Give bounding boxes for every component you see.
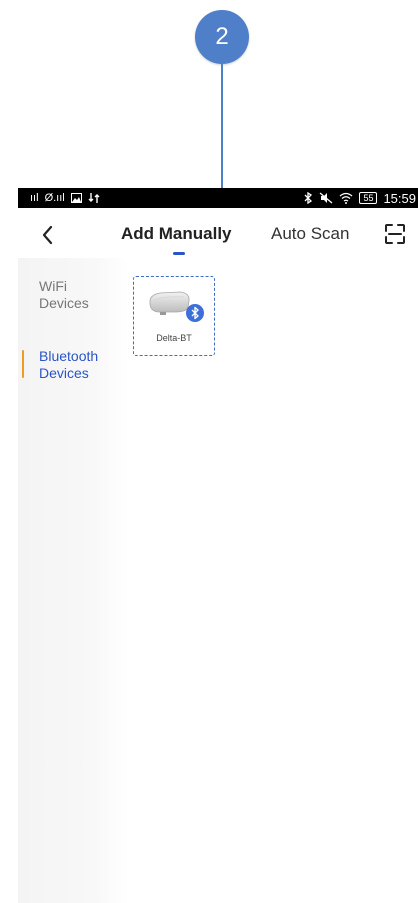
tab-add-manually[interactable]: Add Manually: [121, 224, 232, 244]
nav-bar: Add Manually Auto Scan: [18, 208, 418, 258]
step-number: 2: [215, 23, 229, 50]
wifi-icon: [340, 192, 353, 204]
status-left: ııl Ø.ııl: [30, 192, 100, 204]
step-callout-badge: 2: [195, 10, 249, 64]
device-category-sidebar: WiFi Devices Bluetooth Devices: [18, 258, 128, 903]
cell-signal-icon: ııl: [30, 192, 39, 204]
status-time: 15:59: [383, 190, 416, 206]
active-item-indicator: [22, 350, 24, 378]
cell-signal-2-icon: Ø.ııl: [44, 192, 65, 204]
device-name: Delta-BT: [156, 333, 192, 343]
battery-indicator: 55: [359, 192, 378, 204]
sidebar-item-label: Bluetooth Devices: [39, 348, 99, 381]
sidebar-item-bluetooth-devices[interactable]: Bluetooth Devices: [18, 348, 128, 408]
tab-auto-scan[interactable]: Auto Scan: [271, 224, 349, 244]
scan-icon[interactable]: [384, 223, 406, 245]
bluetooth-status-icon: [304, 192, 313, 204]
sidebar-item-wifi-devices[interactable]: WiFi Devices: [18, 278, 128, 338]
data-transfer-icon: [88, 193, 100, 203]
sidebar-item-label: WiFi Devices: [39, 278, 89, 311]
callout-leader-line: [221, 64, 223, 188]
device-card-delta-bt[interactable]: Delta-BT: [133, 276, 215, 356]
active-tab-indicator: [173, 252, 185, 255]
status-right: 55 15:59: [304, 191, 416, 206]
phone-screen: ııl Ø.ııl 55 15:59 Add Manually Auto Sca…: [18, 188, 418, 903]
status-bar: ııl Ø.ııl 55 15:59: [18, 188, 418, 208]
bluetooth-icon: [186, 304, 204, 322]
mute-icon: [320, 192, 333, 204]
back-icon[interactable]: [38, 224, 58, 246]
image-icon: [70, 193, 82, 203]
